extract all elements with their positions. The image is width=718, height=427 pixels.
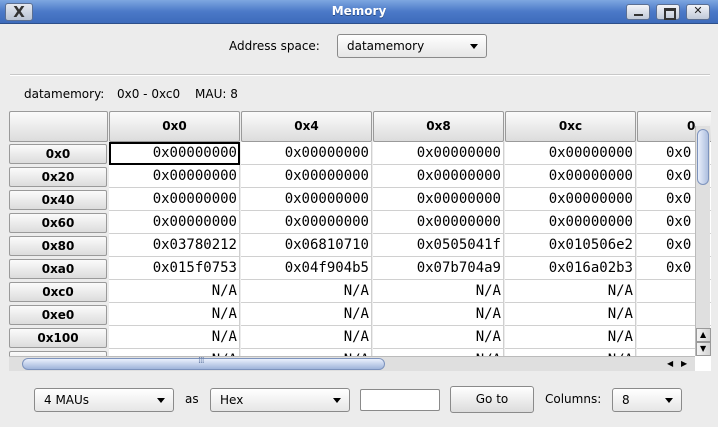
memory-cell[interactable]: 0x07b704a9	[373, 257, 504, 280]
memory-cell[interactable]: N/A	[109, 326, 240, 349]
format-value: Hex	[220, 393, 244, 407]
corner-header	[9, 111, 108, 142]
memory-cell[interactable]: 0x00000000	[505, 142, 636, 165]
memory-cell[interactable]: N/A	[241, 303, 372, 326]
columns-label: Columns:	[545, 392, 602, 406]
memory-cell[interactable]: N/A	[373, 280, 504, 303]
memory-cell[interactable]: 0x04f904b5	[241, 257, 372, 280]
column-header[interactable]: 0x8	[373, 111, 504, 142]
separator	[10, 74, 710, 76]
scroll-right-button[interactable]: ▶	[681, 359, 687, 368]
columns-value: 8	[622, 393, 630, 407]
row-header[interactable]: 0x0	[9, 144, 107, 164]
memory-cell[interactable]: N/A	[241, 280, 372, 303]
goto-button[interactable]: Go to	[450, 386, 534, 413]
horizontal-scrollbar[interactable]: ◀ ▶	[9, 356, 695, 371]
row-header[interactable]: 0x20	[9, 167, 107, 187]
row-header[interactable]: 0x100	[9, 328, 107, 348]
memory-cell[interactable]: N/A	[109, 280, 240, 303]
memory-cell[interactable]: 0x016a02b3	[505, 257, 636, 280]
memory-cell[interactable]: 0x00000000	[505, 211, 636, 234]
memory-cell[interactable]: N/A	[505, 326, 636, 349]
maximize-button[interactable]	[656, 4, 680, 20]
memory-cell[interactable]: N/A	[505, 280, 636, 303]
memory-cell[interactable]: 0x00000000	[241, 211, 372, 234]
row-header[interactable]: 0x40	[9, 190, 107, 210]
scroll-left-button[interactable]: ◀	[667, 359, 673, 368]
memory-cell[interactable]: 0x00000000	[109, 142, 240, 165]
format-select[interactable]: Hex	[210, 388, 350, 412]
horizontal-scroll-thumb[interactable]	[22, 356, 385, 370]
row-header[interactable]: 0xa0	[9, 259, 107, 279]
memory-cell[interactable]: 0x03780212	[109, 234, 240, 257]
scroll-up-button[interactable]: ▲	[696, 328, 711, 342]
scroll-down-button[interactable]: ▼	[696, 342, 711, 356]
address-space-label: Address space:	[229, 39, 320, 53]
goto-address-input[interactable]	[360, 389, 440, 411]
memory-cell[interactable]: N/A	[373, 303, 504, 326]
row-header[interactable]: 0x80	[9, 236, 107, 256]
memory-cell[interactable]: 0x00000000	[241, 142, 372, 165]
chevron-down-icon	[470, 44, 478, 49]
vertical-scrollbar[interactable]: ▲ ▼	[695, 126, 711, 356]
memory-cell[interactable]: 0x00000000	[241, 188, 372, 211]
row-header[interactable]: 0x60	[9, 213, 107, 233]
chevron-down-icon	[157, 398, 165, 403]
info-mau: MAU: 8	[195, 87, 238, 101]
as-label: as	[185, 392, 199, 406]
memory-table: 0x0 0x4 0x8 0xc 0 0x0 0x00000000 0x0000000…	[9, 111, 711, 371]
window-title: Memory	[331, 4, 387, 18]
memory-cell[interactable]: 0x015f0753	[109, 257, 240, 280]
address-space-value: datamemory	[347, 39, 425, 53]
column-header[interactable]: 0x4	[241, 111, 372, 142]
memory-cell[interactable]: 0x00000000	[373, 165, 504, 188]
memory-cell[interactable]: N/A	[241, 326, 372, 349]
memory-cell[interactable]: 0x00000000	[109, 211, 240, 234]
vertical-scroll-thumb[interactable]	[697, 129, 709, 185]
columns-select[interactable]: 8	[612, 388, 682, 412]
memory-cell[interactable]: N/A	[109, 303, 240, 326]
memory-cell[interactable]: 0x00000000	[505, 165, 636, 188]
memory-cell[interactable]: 0x00000000	[373, 211, 504, 234]
memory-cell[interactable]: 0x00000000	[109, 188, 240, 211]
chevron-down-icon	[665, 398, 673, 403]
chevron-down-icon	[333, 398, 341, 403]
title-bar: X Memory	[0, 0, 718, 24]
memory-cell[interactable]: 0x06810710	[241, 234, 372, 257]
column-header[interactable]: 0x0	[109, 111, 240, 142]
memory-cell[interactable]: 0x00000000	[373, 188, 504, 211]
memory-cell[interactable]: 0x00000000	[373, 142, 504, 165]
memory-cell[interactable]: N/A	[373, 326, 504, 349]
memory-cell[interactable]: 0x00000000	[241, 165, 372, 188]
row-header[interactable]: 0xe0	[9, 305, 107, 325]
address-space-select[interactable]: datamemory	[337, 34, 487, 58]
memory-cell[interactable]: 0x00000000	[505, 188, 636, 211]
column-header[interactable]: 0xc	[505, 111, 636, 142]
memory-cell[interactable]: 0x0505041f	[373, 234, 504, 257]
memory-cell[interactable]: 0x010506e2	[505, 234, 636, 257]
mau-count-value: 4 MAUs	[44, 393, 90, 407]
memory-cell[interactable]: 0x00000000	[109, 165, 240, 188]
row-header[interactable]: 0xc0	[9, 282, 107, 302]
mau-count-select[interactable]: 4 MAUs	[34, 388, 174, 412]
close-button[interactable]	[686, 4, 710, 20]
minimize-button[interactable]	[626, 4, 650, 20]
memory-cell[interactable]: N/A	[505, 303, 636, 326]
info-space: datamemory:	[24, 87, 105, 101]
info-range: 0x0 - 0xc0	[117, 87, 181, 101]
